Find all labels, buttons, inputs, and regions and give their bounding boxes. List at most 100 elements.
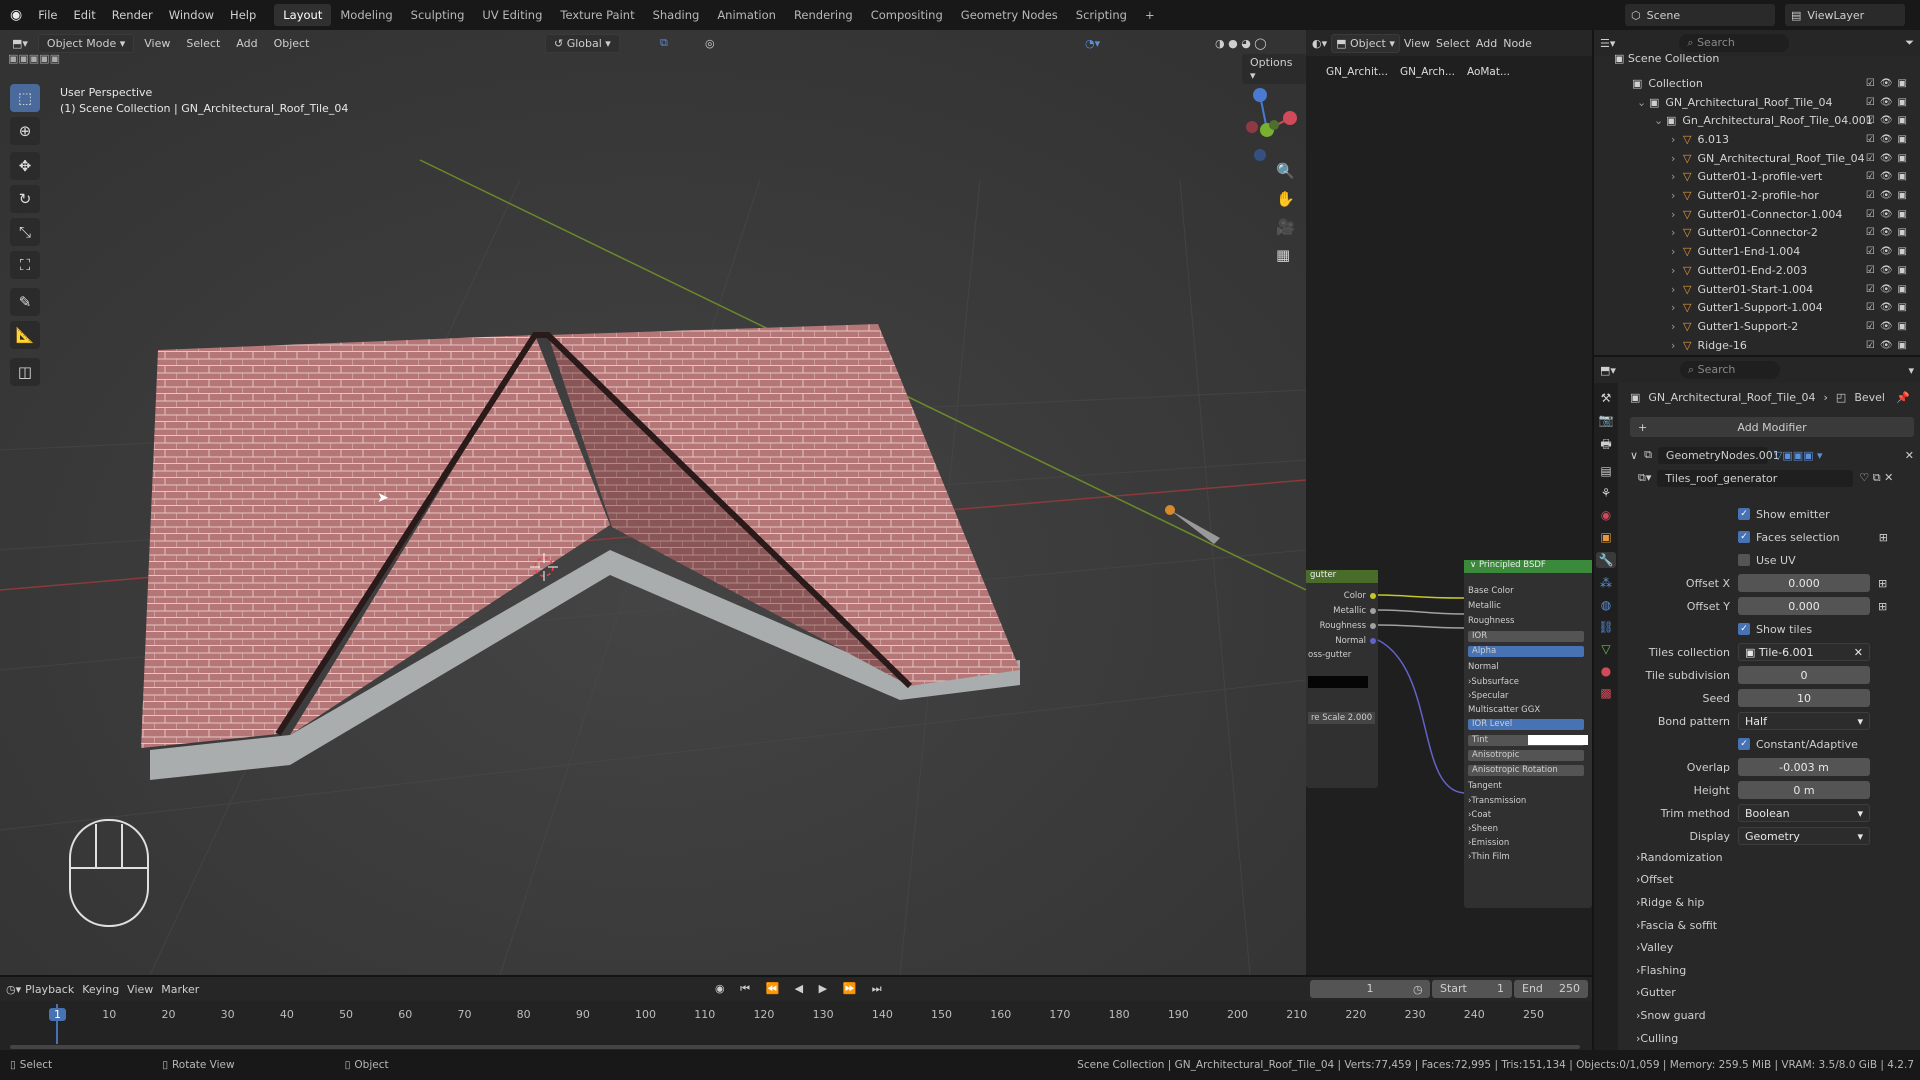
tint-swatch[interactable] [1528,735,1588,746]
outliner-item[interactable]: › ▽ Gutter01-1-profile-vert ☑👁▣ [1600,168,1920,187]
visibility-eye-icon[interactable]: ☑👁▣ [1866,265,1912,276]
visibility-eye-icon[interactable]: ☑👁▣ [1866,115,1912,126]
top-menu-render[interactable]: Render [104,8,161,22]
visibility-eye-icon[interactable]: ☑👁▣ [1866,97,1912,108]
rotate-tool-icon[interactable]: ↻ [10,185,40,213]
viewport-menu-add[interactable]: Add [230,35,263,52]
visibility-eye-icon[interactable]: ☑👁▣ [1866,246,1912,257]
visibility-eye-icon[interactable]: ☑👁▣ [1866,227,1912,238]
visibility-eye-icon[interactable]: ☑👁▣ [1866,321,1912,332]
attribute-toggle-icon[interactable]: ⊞ [1879,531,1888,544]
bsdf-socket-subsurface[interactable]: › Subsurface [1468,675,1588,688]
timeline-menu-keying[interactable]: Keying [82,983,119,996]
visibility-eye-icon[interactable]: ☑👁▣ [1866,284,1912,295]
snap-icon[interactable]: ⧉ [660,36,668,50]
panel-randomization[interactable]: › Randomization [1636,846,1920,869]
collapse-modifier-icon[interactable]: ∨ [1630,449,1638,462]
texture-tab-icon[interactable]: ▩ [1600,686,1611,700]
data-tab-icon[interactable]: ▽ [1601,642,1610,656]
faces-selection-checkbox[interactable]: ✓ [1738,531,1750,544]
panel-fascia-soffit[interactable]: › Fascia & soffit [1636,914,1920,937]
constant-adaptive-checkbox[interactable]: ✓ [1738,738,1750,751]
visibility-eye-icon[interactable]: ☑👁▣ [1866,134,1912,145]
bsdf-socket-tint[interactable]: Tint [1468,734,1588,747]
panel-valley[interactable]: › Valley [1636,936,1920,959]
node-group-row[interactable]: ⧉▾ Tiles_roof_generator ♡ ⧉ ✕ [1638,468,1914,488]
expand-chevron-right-icon[interactable]: › [1671,283,1683,296]
use-uv-row[interactable]: Use UV [1620,549,1910,572]
expand-chevron-right-icon[interactable]: › [1671,245,1683,258]
workspace-tab-modeling[interactable]: Modeling [331,4,401,26]
show-tiles-checkbox[interactable]: ✓ [1738,623,1750,636]
workspace-tab-compositing[interactable]: Compositing [862,4,952,26]
modifier-header[interactable]: ∨ ⧉ GeometryNodes.001 ▽▣▣▣ ▾ ✕ [1630,444,1914,466]
timeline-menu-playback[interactable]: Playback [25,983,74,996]
properties-object-name[interactable]: GN_Architectural_Roof_Tile_04 [1648,391,1815,404]
object-tab-icon[interactable]: ▣ [1600,530,1611,544]
outliner-item[interactable]: › ▽ Gutter01-2-profile-hor ☑👁▣ [1600,186,1920,205]
seed-field[interactable]: 10 [1738,689,1870,708]
outliner-filter-icon[interactable]: ⏷ [1905,36,1914,50]
outliner-item[interactable]: ⌄ ▣ GN_Architectural_Roof_Tile_04 ☑👁▣ [1600,93,1920,112]
panel-snow-guard[interactable]: › Snow guard [1636,1004,1920,1027]
offset-y-field[interactable]: 0.000 [1738,597,1870,616]
show-emitter-checkbox[interactable]: ✓ [1738,508,1750,521]
blender-logo-icon[interactable]: ◉ [10,7,22,23]
workspace-tab-rendering[interactable]: Rendering [785,4,862,26]
workspace-tab-geometry-nodes[interactable]: Geometry Nodes [952,4,1067,26]
overlap-field[interactable]: -0.003 m [1738,758,1870,777]
world-tab-icon[interactable]: ◉ [1601,508,1611,522]
display-dropdown[interactable]: Geometry ▾ [1738,827,1870,846]
panel-offset[interactable]: › Offset [1636,869,1920,892]
bsdf-socket-field[interactable]: IOR Level [1468,719,1584,731]
modifier-name-field[interactable]: GeometryNodes.001 [1657,446,1780,464]
panel-gutter[interactable]: › Gutter [1636,982,1920,1005]
bsdf-socket-field[interactable]: Anisotropic Rotation [1468,765,1584,776]
bsdf-socket-anisotropic[interactable]: Anisotropic [1468,749,1588,762]
outliner-item[interactable]: › ▽ Gutter01-Start-1.004 ☑👁▣ [1600,280,1920,299]
properties-type-icon[interactable]: ⬒▾ [1600,364,1616,377]
pan-hand-icon[interactable]: ✋ [1276,190,1295,208]
bond-pattern-dropdown[interactable]: Half ▾ [1738,712,1870,731]
tool-tab-icon[interactable]: ⚒ [1601,391,1612,405]
expand-chevron-right-icon[interactable]: › [1671,189,1683,202]
modifier-tab-icon[interactable]: 🔧 [1595,552,1617,568]
mode-dropdown[interactable]: Object Mode ▾ [37,33,135,53]
zoom-icon[interactable]: 🔍 [1276,162,1295,180]
workspace-tab-animation[interactable]: Animation [708,4,785,26]
workspace-tab-shading[interactable]: Shading [644,4,709,26]
start-frame-field[interactable]: Start 1 [1432,980,1512,998]
viewport-menu-object[interactable]: Object [268,35,316,52]
physics-tab-icon[interactable]: ◍ [1601,598,1611,612]
expand-chevron-down-icon[interactable]: ⌄ [1654,114,1666,127]
expand-chevron-right-icon[interactable]: › [1671,320,1683,333]
orientation-dropdown[interactable]: ↺ Global ▾ [545,33,620,53]
outliner-item[interactable]: › ▽ Gutter01-End-2.003 ☑👁▣ [1600,261,1920,280]
bsdf-socket-ior[interactable]: IOR [1468,630,1588,643]
bsdf-socket-transmission[interactable]: › Transmission [1468,794,1588,807]
outliner-item[interactable]: › ▽ Gutter1-Support-2 ☑👁▣ [1600,317,1920,336]
clear-collection-icon[interactable]: ✕ [1854,646,1863,659]
offset-y-attr-icon[interactable]: ⊞ [1878,600,1887,613]
top-menu-file[interactable]: File [30,8,65,22]
scale-tool-icon[interactable]: ⤡ [10,218,40,246]
bsdf-socket-sheen[interactable]: › Sheen [1468,822,1588,835]
bsdf-socket-metallic[interactable]: Metallic [1468,599,1588,612]
bsdf-socket-coat[interactable]: › Coat [1468,808,1588,821]
shading-solid-icon[interactable]: ◑ ● ◕ ◯ [1215,37,1267,50]
visibility-eye-icon[interactable]: ☑👁▣ [1866,153,1912,164]
outliner-item[interactable]: › ▽ Ridge-16 ☑👁▣ [1600,336,1920,355]
panel-culling[interactable]: › Culling [1636,1027,1920,1050]
clock-icon[interactable]: ◷ [1413,983,1423,996]
outliner-type-icon[interactable]: ☰▾ [1600,37,1615,50]
cursor-tool-icon[interactable]: ⊕ [10,117,40,145]
bsdf-socket-normal[interactable]: Normal [1468,660,1588,673]
bsdf-socket-ior-level[interactable]: IOR Level [1468,718,1588,731]
options-button[interactable]: Options ▾ [1242,54,1306,84]
current-frame-field[interactable]: 1 [1310,980,1430,998]
pin-icon[interactable]: 📌 [1896,391,1910,404]
bsdf-socket-base-color[interactable]: Base Color [1468,584,1588,597]
tiles-collection-field[interactable]: ▣ Tile-6.001 ✕ [1738,643,1870,662]
constant-adaptive-row[interactable]: ✓ Constant/Adaptive [1620,733,1910,756]
expand-chevron-right-icon[interactable]: › [1671,208,1683,221]
